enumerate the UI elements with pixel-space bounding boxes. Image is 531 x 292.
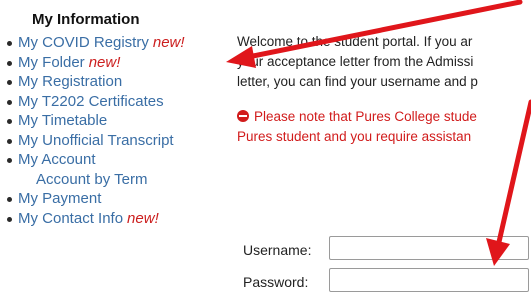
nav-link-timetable[interactable]: My Timetable [18,112,107,129]
bullet-icon [7,80,12,85]
nav-item-payment[interactable]: My Payment [0,189,185,209]
no-entry-icon [237,110,249,122]
nav-item-account-by-term[interactable]: Account by Term [0,170,185,190]
nav-item-account[interactable]: My Account [0,150,185,170]
nav-link-covid-registry[interactable]: My COVID Registry [18,34,149,51]
nav-item-contact-info[interactable]: My Contact Info new! [0,209,185,229]
sidebar-title: My Information [32,11,140,28]
bullet-icon [7,197,12,202]
nav-link-folder[interactable]: My Folder [18,54,85,71]
username-label: Username: [243,242,312,258]
nav-link-account-by-term[interactable]: Account by Term [36,171,147,188]
bullet-icon [7,216,12,222]
new-badge: new! [127,209,159,227]
bullet-icon [7,158,12,163]
nav-link-payment[interactable]: My Payment [18,190,101,207]
bullet-icon [7,41,12,46]
new-badge: new! [88,53,121,71]
nav-item-timetable[interactable]: My Timetable [0,111,185,131]
notice-text: Please note that Pures College stude Pur… [237,109,477,144]
bullet-icon [7,138,12,144]
nav-link-registration[interactable]: My Registration [18,73,122,90]
nav-link-unofficial-transcript[interactable]: My Unofficial Transcript [18,132,174,149]
password-input[interactable] [329,268,529,292]
nav-item-covid-registry[interactable]: My COVID Registry new! [0,33,185,53]
new-badge: new! [152,34,185,51]
nav-list: My COVID Registry new! My Folder new! My R… [0,33,185,228]
welcome-text: Welcome to the student portal. If you ar… [237,34,478,89]
bullet-icon [7,99,12,105]
nav-item-t2202-certificates[interactable]: My T2202 Certificates [0,92,185,112]
nav-link-contact-info[interactable]: My Contact Info [18,210,123,227]
nav-link-account[interactable]: My Account [18,151,96,168]
nav-item-folder[interactable]: My Folder new! [0,53,185,73]
nav-link-t2202-certificates[interactable]: My T2202 Certificates [18,93,164,110]
password-label: Password: [243,274,309,290]
nav-item-unofficial-transcript[interactable]: My Unofficial Transcript [0,131,185,151]
bullet-icon [7,60,12,66]
username-input[interactable] [329,236,529,260]
notice-message: Please note that Pures College stude Pur… [237,107,531,147]
nav-item-registration[interactable]: My Registration [0,72,185,92]
bullet-icon [7,119,12,124]
